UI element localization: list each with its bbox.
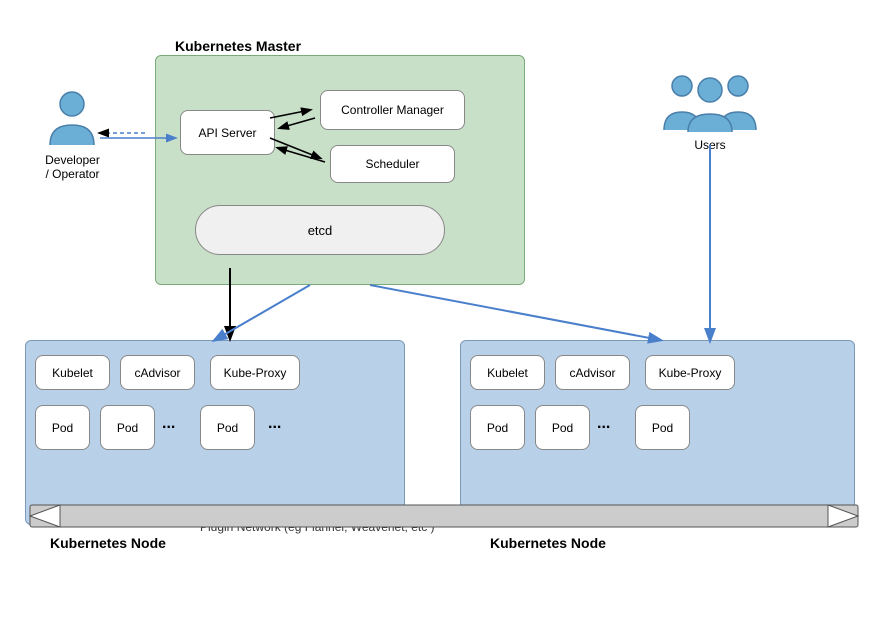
pod2-left: Pod	[100, 405, 155, 450]
master-title: Kubernetes Master	[175, 38, 301, 54]
pod1-right: Pod	[470, 405, 525, 450]
plugin-network-label: Plugin Network (eg Flannel, Weavenet, et…	[200, 520, 435, 534]
cadvisor-left: cAdvisor	[120, 355, 195, 390]
api-server-box: API Server	[180, 110, 275, 155]
users-icon	[660, 70, 760, 135]
dots2-left: ...	[268, 415, 281, 433]
node-label-right: Kubernetes Node	[490, 535, 606, 551]
node-label-left: Kubernetes Node	[50, 535, 166, 551]
users-figure: Users	[660, 70, 760, 152]
pod3-right: Pod	[635, 405, 690, 450]
controller-manager-box: Controller Manager	[320, 90, 465, 130]
pod1-left: Pod	[35, 405, 90, 450]
developer-figure: Developer/ Operator	[45, 90, 100, 181]
pod2-right: Pod	[535, 405, 590, 450]
blue-to-right	[370, 285, 660, 340]
dots1-left: ...	[162, 415, 175, 433]
etcd-box: etcd	[195, 205, 445, 255]
diagram-container: Kubernetes Master API Server Controller …	[0, 0, 890, 630]
developer-label: Developer/ Operator	[45, 153, 100, 181]
kubelet-right: Kubelet	[470, 355, 545, 390]
users-label: Users	[694, 138, 725, 152]
cadvisor-right: cAdvisor	[555, 355, 630, 390]
developer-icon	[45, 90, 100, 150]
scheduler-box: Scheduler	[330, 145, 455, 183]
blue-to-left	[215, 285, 310, 340]
pod3-left: Pod	[200, 405, 255, 450]
kubeproxy-left: Kube-Proxy	[210, 355, 300, 390]
kubeproxy-right: Kube-Proxy	[645, 355, 735, 390]
dots1-right: ...	[597, 415, 610, 433]
kubelet-left: Kubelet	[35, 355, 110, 390]
